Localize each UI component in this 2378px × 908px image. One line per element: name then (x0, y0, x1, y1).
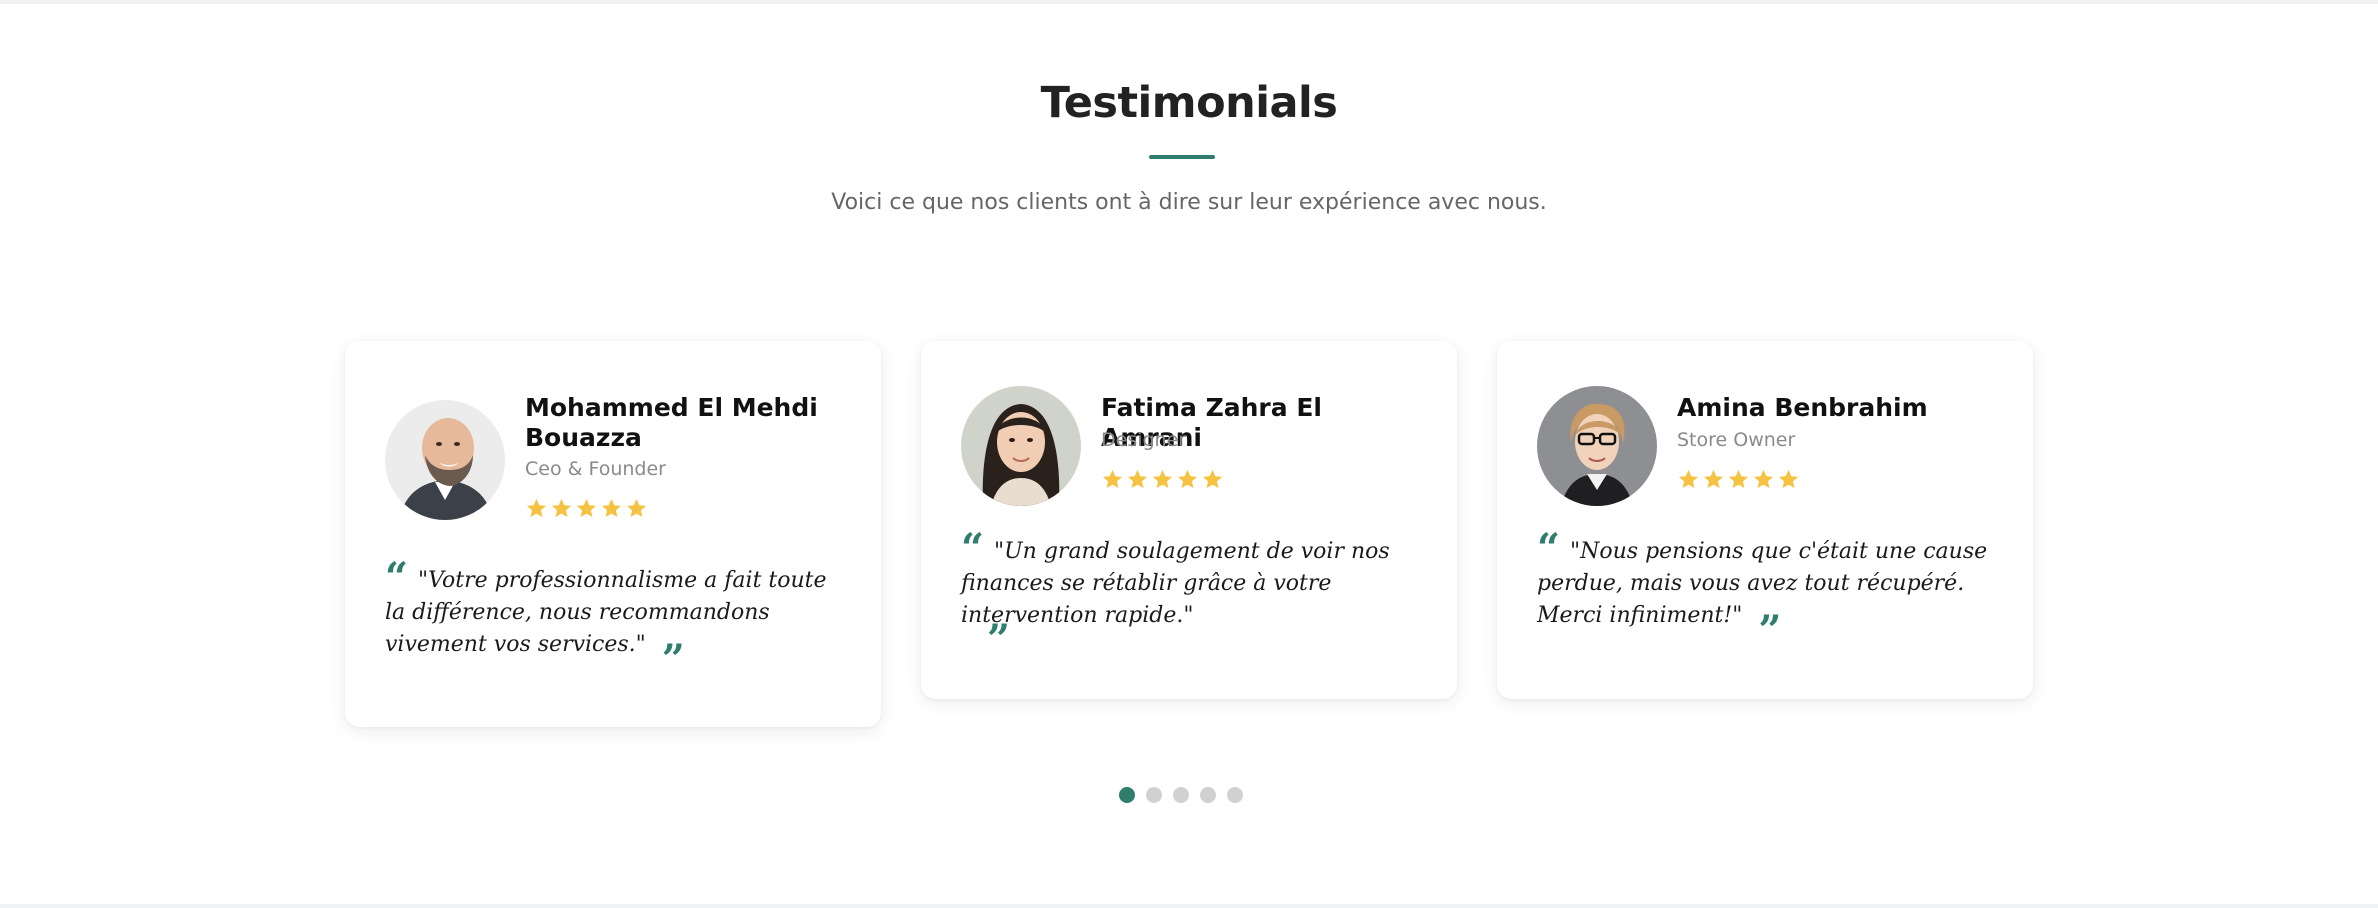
star-icon (626, 498, 647, 518)
star-icon (576, 498, 597, 518)
quote-open-icon: “ (385, 554, 409, 601)
star-icon (1202, 469, 1223, 489)
pagination-dot-5[interactable] (1227, 787, 1243, 803)
title-underline (1149, 155, 1215, 159)
testimonials-section: Testimonials Voici ce que nos clients on… (0, 0, 2378, 908)
reviewer-role: Store Owner (1677, 429, 1796, 451)
reviewer-role: Designer (1101, 429, 1187, 451)
testimonial-card: Amina Benbrahim Store Owner “"Nous pensi… (1497, 341, 2033, 699)
pagination-dot-4[interactable] (1200, 787, 1216, 803)
star-icon (1703, 469, 1724, 489)
testimonial-card: Mohammed El Mehdi Bouazza Ceo & Founder … (345, 341, 881, 727)
section-title: Testimonials (1040, 78, 1338, 128)
pagination-dot-3[interactable] (1173, 787, 1189, 803)
quote-open-icon: “ (1537, 525, 1561, 572)
star-icon (1102, 469, 1123, 489)
reviewer-name: Mohammed El Mehdi Bouazza (525, 393, 818, 452)
quote-text: "Votre professionnalisme a fait toute la… (385, 568, 827, 657)
bottom-divider (0, 904, 2378, 908)
pagination-dot-1[interactable] (1119, 787, 1135, 803)
star-icon (1778, 469, 1799, 489)
star-icon (551, 498, 572, 518)
star-rating (1101, 468, 1224, 491)
reviewer-name: Amina Benbrahim (1677, 393, 1928, 422)
quote-open-icon: “ (961, 525, 985, 572)
quote-close-icon: ” (1758, 607, 1782, 654)
testimonial-card: Fatima Zahra El Amrani Designer “"Un gra… (921, 341, 1457, 699)
star-icon (1753, 469, 1774, 489)
carousel-pagination (1119, 787, 1243, 803)
star-icon (1127, 469, 1148, 489)
star-icon (601, 498, 622, 518)
avatar (385, 400, 505, 520)
section-subtitle: Voici ce que nos clients ont à dire sur … (831, 190, 1547, 215)
avatar (1537, 386, 1657, 506)
star-icon (526, 498, 547, 518)
testimonial-quote: “"Un grand soulagement de voir nos finan… (961, 525, 1390, 663)
avatar (961, 386, 1081, 506)
pagination-dot-2[interactable] (1146, 787, 1162, 803)
star-rating (1677, 468, 1800, 491)
quote-text: "Un grand soulagement de voir nos financ… (961, 539, 1390, 628)
star-icon (1678, 469, 1699, 489)
star-icon (1177, 469, 1198, 489)
quote-close-icon: ” (661, 636, 685, 683)
star-icon (1152, 469, 1173, 489)
reviewer-role: Ceo & Founder (525, 458, 666, 480)
star-rating (525, 497, 648, 520)
star-icon (1728, 469, 1749, 489)
testimonial-quote: “"Nous pensions que c'était une cause pe… (1537, 529, 1997, 651)
testimonial-quote: “"Votre professionnalisme a fait toute l… (385, 558, 845, 680)
